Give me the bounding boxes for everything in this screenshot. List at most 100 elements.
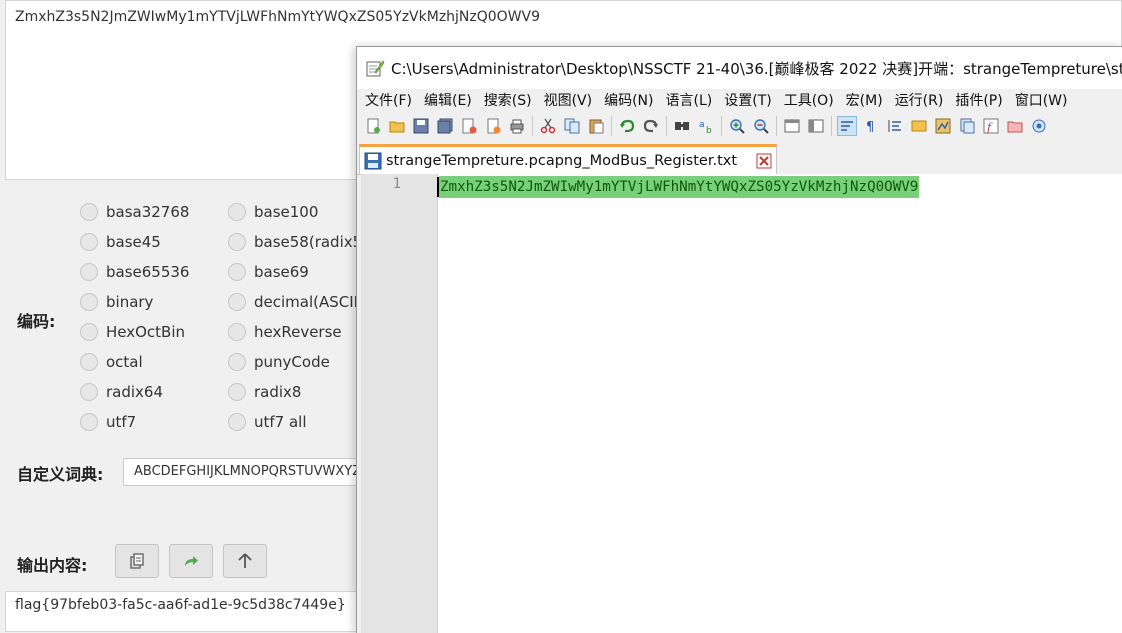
radio-circle[interactable] — [228, 353, 246, 371]
find-icon[interactable] — [672, 116, 692, 136]
radio-label: base69 — [254, 263, 309, 281]
radio-circle[interactable] — [228, 263, 246, 281]
monitoring-icon[interactable] — [1029, 116, 1049, 136]
radio-hexoctbin[interactable]: HexOctBin — [80, 321, 185, 343]
line-number: 1 — [392, 176, 401, 192]
menu-view[interactable]: 视图(V) — [544, 90, 593, 110]
radio-circle[interactable] — [80, 323, 98, 341]
radio-utf7-all[interactable]: utf7 all — [228, 411, 307, 433]
radio-label: HexOctBin — [106, 323, 186, 341]
menu-settings[interactable]: 设置(T) — [724, 90, 771, 110]
radio-label: base45 — [106, 233, 161, 251]
zoom-in-icon[interactable] — [727, 116, 747, 136]
copy-icon[interactable] — [562, 116, 582, 136]
close-all-icon[interactable] — [483, 116, 503, 136]
radio-base100[interactable]: base100 — [228, 201, 318, 223]
radio-binary[interactable]: binary — [80, 291, 153, 313]
show-all-chars-icon[interactable]: ¶ — [861, 116, 881, 136]
indent-guide-icon[interactable] — [885, 116, 905, 136]
radio-label: base58(radix58 — [254, 233, 372, 251]
replace-icon[interactable]: ab — [696, 116, 716, 136]
menu-file[interactable]: 文件(F) — [365, 90, 412, 110]
toolbar-separator — [611, 116, 612, 136]
radio-utf7[interactable]: utf7 — [80, 411, 136, 433]
radio-circle[interactable] — [228, 413, 246, 431]
menu-run[interactable]: 运行(R) — [895, 90, 944, 110]
sync-horizontal-icon[interactable] — [806, 116, 826, 136]
close-file-icon[interactable] — [459, 116, 479, 136]
notepadpp-window: C:\Users\Administrator\Desktop\NSSCTF 21… — [356, 46, 1122, 633]
svg-text:¶: ¶ — [866, 120, 874, 134]
menu-search[interactable]: 搜索(S) — [484, 90, 532, 110]
toolbar-separator — [776, 116, 777, 136]
menu-window[interactable]: 窗口(W) — [1015, 90, 1068, 110]
selected-text[interactable]: ZmxhZ3s5N2JmZWIwMy1mYTVjLWFhNmYtYWQxZS05… — [439, 176, 920, 198]
menu-macro[interactable]: 宏(M) — [846, 90, 883, 110]
undo-icon[interactable] — [617, 116, 637, 136]
radio-circle[interactable] — [80, 353, 98, 371]
radio-base45[interactable]: base45 — [80, 231, 161, 253]
menu-encoding[interactable]: 编码(N) — [604, 90, 653, 110]
radio-label: octal — [106, 353, 143, 371]
radio-label: radix8 — [254, 383, 302, 401]
define-language-icon[interactable] — [909, 116, 929, 136]
radio-circle[interactable] — [228, 293, 246, 311]
radio-circle[interactable] — [80, 203, 98, 221]
print-icon[interactable] — [507, 116, 527, 136]
radio-octal[interactable]: octal — [80, 351, 143, 373]
editor-area[interactable]: 1 ZmxhZ3s5N2JmZWIwMy1mYTVjLWFhNmYtYWQxZS… — [361, 174, 1122, 633]
radio-circle[interactable] — [228, 233, 246, 251]
notepadpp-app-icon — [366, 60, 385, 77]
radio-punycode[interactable]: punyCode — [228, 351, 330, 373]
doc-map-icon[interactable] — [933, 116, 953, 136]
forward-button[interactable] — [169, 544, 213, 578]
radio-circle[interactable] — [228, 203, 246, 221]
code-line[interactable]: ZmxhZ3s5N2JmZWIwMy1mYTVjLWFhNmYtYWQxZS05… — [437, 176, 1122, 198]
word-wrap-icon[interactable] — [837, 116, 857, 136]
radio-circle[interactable] — [80, 233, 98, 251]
radio-base65536[interactable]: base65536 — [80, 261, 189, 283]
toolbar-separator — [532, 116, 533, 136]
menu-edit[interactable]: 编辑(E) — [424, 90, 472, 110]
new-file-icon[interactable] — [363, 116, 383, 136]
copy-button[interactable] — [115, 544, 159, 578]
radio-decimal-ascii[interactable]: decimal(ASCII) — [228, 291, 364, 313]
menu-plugins[interactable]: 插件(P) — [955, 90, 1002, 110]
up-button[interactable] — [223, 544, 267, 578]
radio-circle[interactable] — [228, 383, 246, 401]
cut-icon[interactable] — [538, 116, 558, 136]
dict-input[interactable]: ABCDEFGHIJKLMNOPQRSTUVWXYZ — [123, 458, 383, 486]
radio-circle[interactable] — [228, 323, 246, 341]
zoom-out-icon[interactable] — [751, 116, 771, 136]
function-list-icon[interactable]: f — [981, 116, 1001, 136]
line-number-gutter: 1 — [361, 174, 438, 633]
doc-list-icon[interactable] — [957, 116, 977, 136]
tab-active-file[interactable]: strangeTempreture.pcapng_ModBus_Register… — [359, 144, 777, 174]
radio-circle[interactable] — [80, 293, 98, 311]
menu-tools[interactable]: 工具(O) — [784, 90, 834, 110]
open-folder-icon[interactable] — [387, 116, 407, 136]
save-all-icon[interactable] — [435, 116, 455, 136]
menu-language[interactable]: 语言(L) — [666, 90, 713, 110]
radio-circle[interactable] — [80, 383, 98, 401]
sync-vertical-icon[interactable] — [782, 116, 802, 136]
radio-label: utf7 all — [254, 413, 307, 431]
toolbar-separator — [721, 116, 722, 136]
save-icon[interactable] — [411, 116, 431, 136]
radio-circle[interactable] — [80, 263, 98, 281]
redo-icon[interactable] — [641, 116, 661, 136]
radio-basa32768[interactable]: basa32768 — [80, 201, 189, 223]
radio-label: utf7 — [106, 413, 137, 431]
radio-label: hexReverse — [254, 323, 342, 341]
paste-icon[interactable] — [586, 116, 606, 136]
radio-circle[interactable] — [80, 413, 98, 431]
output-textarea[interactable]: flag{97bfeb03-fa5c-aa6f-ad1e-9c5d38c7449… — [5, 591, 365, 632]
radio-radix8[interactable]: radix8 — [228, 381, 301, 403]
tab-close-icon[interactable] — [756, 153, 772, 169]
radio-base58[interactable]: base58(radix58 — [228, 231, 372, 253]
window-titlebar[interactable]: C:\Users\Administrator\Desktop\NSSCTF 21… — [357, 47, 1122, 89]
folder-workspace-icon[interactable] — [1005, 116, 1025, 136]
radio-radix64[interactable]: radix64 — [80, 381, 163, 403]
radio-base69[interactable]: base69 — [228, 261, 309, 283]
radio-hexreverse[interactable]: hexReverse — [228, 321, 342, 343]
